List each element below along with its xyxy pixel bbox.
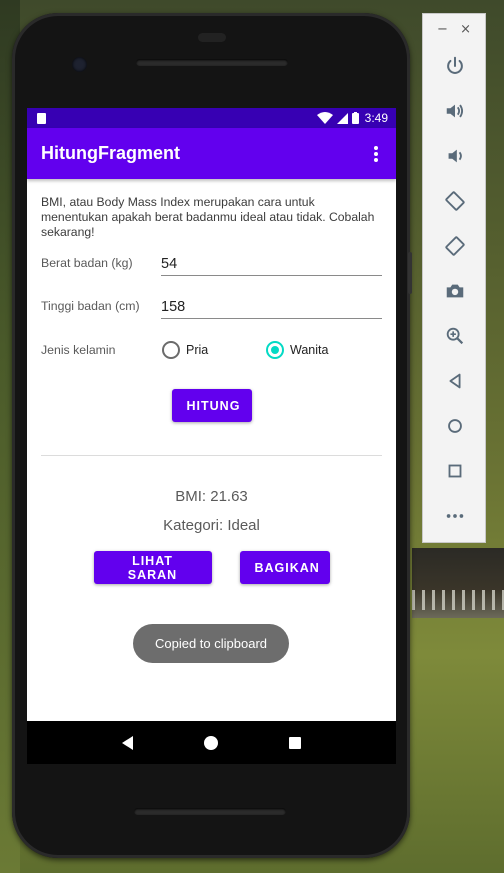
background-fence	[412, 590, 504, 610]
overflow-menu-icon[interactable]	[370, 140, 382, 168]
height-label: Tinggi badan (cm)	[41, 299, 140, 313]
emulator-window-controls: − ×	[423, 14, 485, 37]
radio-wanita-circle[interactable]	[266, 341, 284, 359]
radio-pria-label: Pria	[186, 343, 209, 357]
radio-wanita-label: Wanita	[290, 343, 329, 357]
action-buttons: LIHAT SARAN BAGIKAN	[41, 551, 382, 584]
close-button[interactable]: ×	[460, 22, 471, 37]
lihat-saran-button[interactable]: LIHAT SARAN	[93, 551, 212, 584]
home-icon[interactable]	[423, 411, 487, 441]
sd-card-icon	[37, 112, 46, 124]
power-icon[interactable]	[423, 51, 487, 81]
nav-home-icon[interactable]	[203, 735, 218, 750]
device-screen: 3:49 HitungFragment BMI, atau Body Mass …	[27, 108, 396, 721]
back-icon[interactable]	[423, 366, 487, 396]
radio-pria[interactable]: Pria	[162, 341, 266, 359]
bottom-speaker	[134, 808, 286, 815]
height-input[interactable]	[161, 299, 382, 315]
toolbar-title: HitungFragment	[41, 143, 180, 163]
calc-button-wrap: HITUNG	[41, 389, 382, 422]
clock-text: 3:49	[364, 111, 388, 125]
app-toolbar: HitungFragment	[27, 128, 396, 179]
front-camera	[72, 57, 87, 72]
overview-icon[interactable]	[423, 456, 487, 486]
signal-icon	[336, 112, 348, 124]
volume-up-icon[interactable]	[423, 96, 487, 126]
weight-row: Berat badan (kg)	[41, 256, 382, 276]
more-icon[interactable]	[423, 501, 487, 531]
top-speaker	[136, 59, 288, 66]
weight-label: Berat badan (kg)	[41, 256, 133, 270]
divider	[41, 455, 382, 456]
category-result: Kategori: Ideal	[163, 517, 260, 534]
hitung-button[interactable]: HITUNG	[171, 389, 252, 422]
radio-wanita[interactable]: Wanita	[266, 341, 328, 359]
weight-field-wrapper	[161, 256, 382, 276]
height-field-wrapper	[161, 299, 382, 319]
emulator-toolbar: − ×	[422, 13, 486, 543]
nav-back-icon[interactable]	[122, 735, 134, 750]
main-content: BMI, atau Body Mass Index merupakan cara…	[27, 179, 396, 584]
bagikan-button[interactable]: BAGIKAN	[239, 551, 330, 584]
rotate-left-icon[interactable]	[423, 186, 487, 216]
camera-icon[interactable]	[423, 276, 487, 306]
volume-down-icon[interactable]	[423, 141, 487, 171]
gender-row: Jenis kelamin Pria Wanita	[41, 341, 382, 359]
gender-label: Jenis kelamin	[41, 343, 116, 357]
status-bar: 3:49	[27, 108, 396, 128]
wifi-icon	[316, 112, 333, 124]
weight-input[interactable]	[161, 256, 382, 272]
minimize-button[interactable]: −	[437, 22, 448, 37]
earpiece-slot	[198, 33, 226, 42]
zoom-icon[interactable]	[423, 321, 487, 351]
bmi-result: BMI: 21.63	[175, 488, 248, 505]
height-row: Tinggi badan (cm)	[41, 299, 382, 319]
toast-message: Copied to clipboard	[133, 624, 289, 663]
nav-recents-icon[interactable]	[288, 736, 301, 749]
navigation-bar	[27, 721, 396, 764]
description-text: BMI, atau Body Mass Index merupakan cara…	[41, 195, 375, 239]
radio-pria-circle[interactable]	[162, 341, 180, 359]
side-button[interactable]	[408, 252, 412, 294]
rotate-right-icon[interactable]	[423, 231, 487, 261]
battery-icon	[351, 112, 359, 124]
